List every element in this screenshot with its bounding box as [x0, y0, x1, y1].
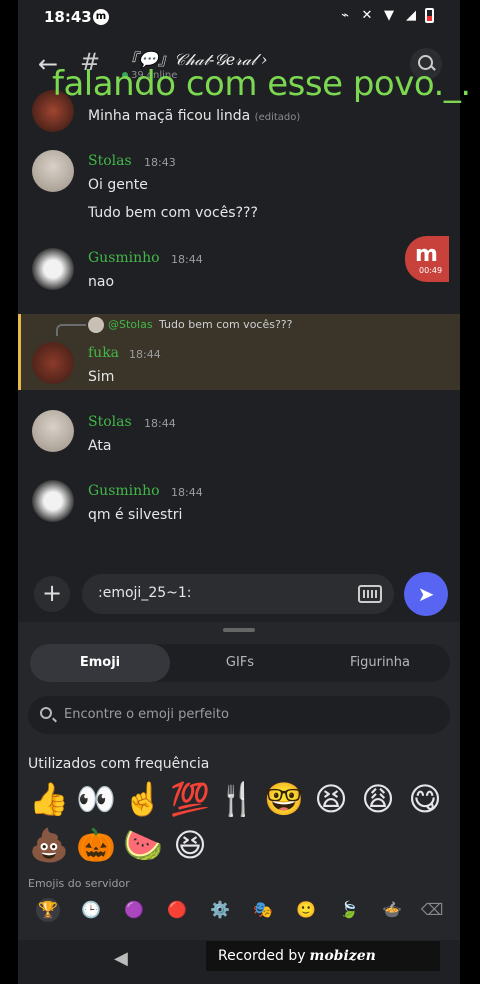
backspace-icon[interactable]: ⌫: [420, 898, 444, 922]
record-timer: 00:49: [419, 266, 443, 275]
message-text: Minha maçã ficou linda (editado): [88, 108, 300, 124]
message-text: qm é silvestri: [88, 507, 183, 523]
edited-label: (editado): [254, 112, 301, 123]
add-attachment-button[interactable]: +: [34, 576, 70, 612]
emoji-hundred[interactable]: 💯: [169, 778, 211, 820]
server-icon[interactable]: ⚙️: [208, 898, 232, 922]
leaf-icon[interactable]: 🍃: [337, 898, 361, 922]
message-composer: + :emoji_25~1: ➤: [18, 570, 460, 618]
cast-icon: ⌁: [341, 8, 349, 23]
timestamp: 18:44: [171, 253, 203, 266]
notification-icon: m: [93, 9, 109, 25]
server-icon[interactable]: 🟣: [122, 898, 146, 922]
watermark-label: Recorded by: [218, 948, 306, 964]
avatar[interactable]: [32, 248, 74, 290]
emoji-laughing[interactable]: 😆: [169, 824, 211, 866]
emoji-tired[interactable]: 😫: [310, 778, 352, 820]
message-text: Oi gente: [88, 177, 148, 193]
signal-icon: ◢: [406, 8, 416, 23]
server-icon[interactable]: 🔴: [165, 898, 189, 922]
tab-stickers[interactable]: Figurinha: [310, 644, 450, 682]
mobizen-icon: m: [415, 242, 438, 267]
emoji-watermelon[interactable]: 🍉: [122, 824, 164, 866]
search-icon: [40, 707, 52, 719]
emoji-yum[interactable]: 😋: [404, 778, 446, 820]
avatar[interactable]: [32, 480, 74, 522]
message-input[interactable]: :emoji_25~1:: [82, 574, 394, 614]
message-body: Minha maçã ficou linda: [88, 108, 251, 124]
section-title: Utilizados com frequência: [28, 756, 210, 772]
message-text: nao: [88, 274, 115, 290]
message-input-value: :emoji_25~1:: [98, 585, 192, 601]
drawer-tabs: Emoji GIFs Figurinha: [30, 644, 450, 682]
username[interactable]: Gusminho: [88, 250, 160, 266]
keyboard-icon[interactable]: [358, 585, 382, 603]
emoji-drawer: Emoji GIFs Figurinha Encontre o emoji pe…: [18, 622, 460, 984]
reply-connector: [56, 324, 86, 336]
emoji-category-bar: 🏆 🕒 🟣 🔴 ⚙️ 🎭 🙂 🍃 🍲 ⌫: [18, 892, 460, 928]
emoji-fork-knife[interactable]: 🍴: [216, 778, 258, 820]
recorder-watermark: Recorded by mobizen: [206, 941, 440, 971]
message-text: Ata: [88, 438, 112, 454]
status-time: 18:43: [44, 8, 92, 26]
avatar[interactable]: [32, 410, 74, 452]
timestamp: 18:44: [171, 486, 203, 499]
clock-icon[interactable]: 🕒: [79, 898, 103, 922]
avatar[interactable]: [32, 150, 74, 192]
app-frame: ← # 『💬』𝒞𝒽𝒶𝓉-𝒢𝑒𝓇𝒶𝓁 › 39 online Minha maçã…: [18, 0, 460, 984]
video-caption: falando com esse povo._.: [52, 64, 471, 104]
emoji-eyes[interactable]: 👀: [75, 778, 117, 820]
message-text: Sim: [88, 369, 115, 385]
emoji-search-input[interactable]: Encontre o emoji perfeito: [28, 696, 450, 734]
timestamp: 18:43: [144, 156, 176, 169]
watermark-brand: mobizen: [309, 948, 376, 964]
tab-gifs[interactable]: GIFs: [170, 644, 310, 682]
server-emoji-section: Emojis do servidor: [28, 877, 130, 890]
wifi-icon: ▼: [384, 8, 394, 23]
mute-icon: ✕: [361, 8, 373, 23]
status-bar: 18:43 m ⌁ ✕ ▼ ◢: [0, 0, 480, 34]
smiley-icon[interactable]: 🙂: [294, 898, 318, 922]
emoji-point-up[interactable]: ☝️: [122, 778, 164, 820]
emoji-custom[interactable]: 🎃: [75, 824, 117, 866]
reply-preview[interactable]: Tudo bem com vocês???: [159, 318, 292, 331]
username[interactable]: Gusminho: [88, 483, 160, 499]
reply-avatar: [88, 317, 104, 333]
trophy-icon[interactable]: 🏆: [36, 898, 60, 922]
timestamp: 18:44: [144, 417, 176, 430]
emoji-search-placeholder: Encontre o emoji perfeito: [64, 707, 229, 722]
tab-emoji[interactable]: Emoji: [30, 644, 170, 682]
emoji-thumbs-up[interactable]: 👍: [28, 778, 70, 820]
emoji-weary[interactable]: 😩: [357, 778, 399, 820]
message-text: Tudo bem com vocês???: [88, 205, 258, 221]
avatar[interactable]: [32, 342, 74, 384]
username[interactable]: Stolas: [88, 414, 132, 430]
send-button[interactable]: ➤: [404, 572, 448, 616]
username[interactable]: fuka: [88, 345, 119, 361]
recorder-bubble[interactable]: m 00:49: [405, 236, 449, 282]
reply-username[interactable]: @Stolas: [108, 318, 153, 331]
drawer-handle[interactable]: [223, 628, 255, 632]
username[interactable]: Stolas: [88, 153, 132, 169]
nav-back-icon[interactable]: ◀: [114, 948, 128, 969]
emoji-nerd[interactable]: 🤓: [263, 778, 305, 820]
status-icons: ⌁ ✕ ▼ ◢: [337, 8, 434, 23]
timestamp: 18:44: [129, 348, 161, 361]
server-icon[interactable]: 🎭: [251, 898, 275, 922]
emoji-poop[interactable]: 💩: [28, 824, 70, 866]
food-icon[interactable]: 🍲: [380, 898, 404, 922]
battery-icon: [425, 8, 434, 23]
